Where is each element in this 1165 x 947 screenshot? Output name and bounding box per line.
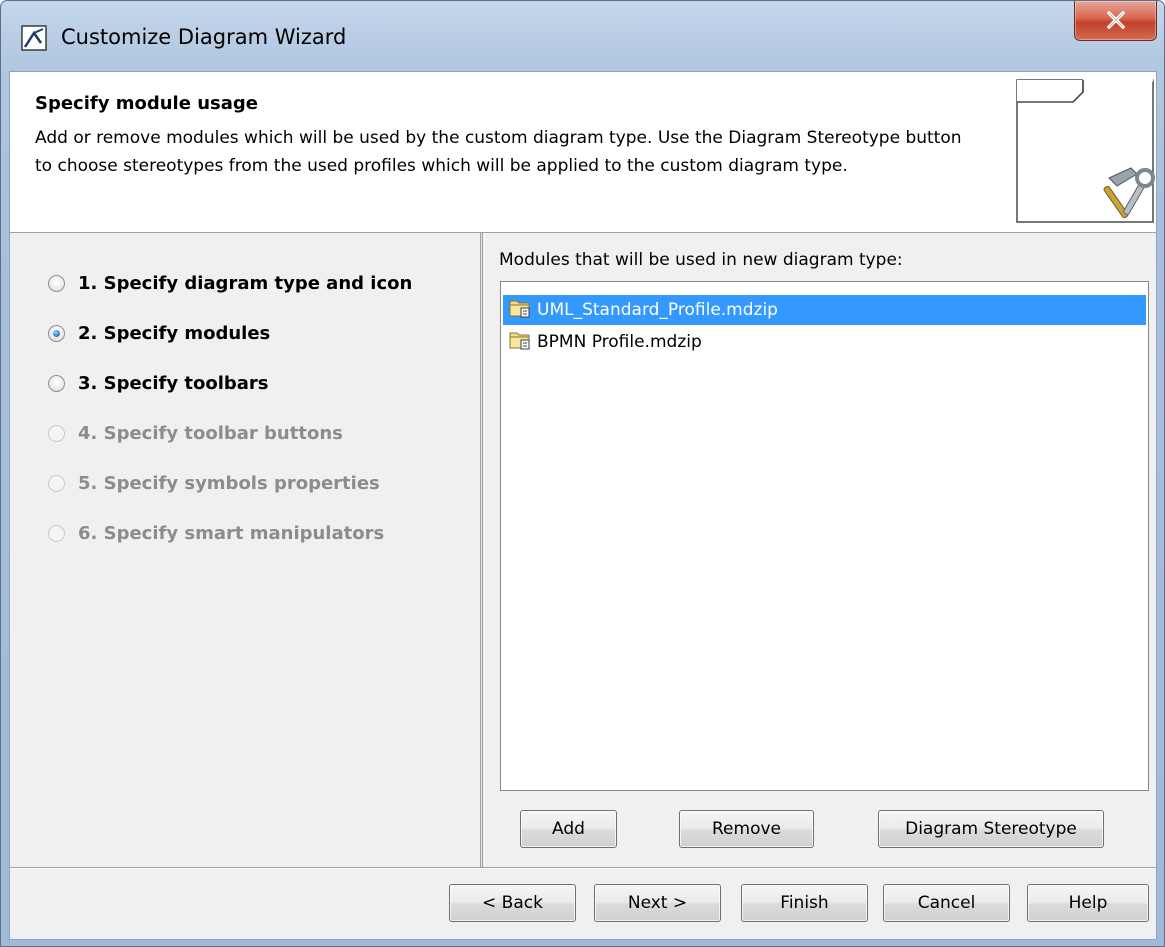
step-5-label: 5. Specify symbols properties xyxy=(78,472,380,494)
close-button[interactable] xyxy=(1074,1,1157,41)
header-title: Specify module usage xyxy=(35,93,258,114)
step-4-label: 4. Specify toolbar buttons xyxy=(78,422,343,444)
diagram-wizard-icon xyxy=(21,25,47,51)
modules-list[interactable]: UML_Standard_Profile.mdzip BPMN Profile.… xyxy=(500,281,1149,791)
step-5-radio xyxy=(48,474,65,492)
list-item[interactable]: UML_Standard_Profile.mdzip xyxy=(503,295,1146,325)
footer-divider xyxy=(10,867,1156,869)
wizard-client-area: Specify module usage Add or remove modul… xyxy=(9,71,1157,940)
step-3[interactable]: 3. Specify toolbars xyxy=(48,368,269,398)
step-3-radio[interactable] xyxy=(48,374,65,392)
help-button[interactable]: Help xyxy=(1027,884,1149,922)
modules-label: Modules that will be used in new diagram… xyxy=(499,250,903,270)
add-button[interactable]: Add xyxy=(520,810,617,848)
finish-button[interactable]: Finish xyxy=(741,884,868,922)
steps-panel: 1. Specify diagram type and icon 2. Spec… xyxy=(10,233,480,867)
step-1-label: 1. Specify diagram type and icon xyxy=(78,272,413,294)
header-description: Add or remove modules which will be used… xyxy=(35,128,962,176)
page-with-tools-icon xyxy=(1015,78,1157,232)
module-folder-icon xyxy=(509,330,531,355)
panel-splitter[interactable] xyxy=(480,233,485,867)
step-4-radio xyxy=(48,424,65,442)
step-1[interactable]: 1. Specify diagram type and icon xyxy=(48,268,412,298)
diagram-stereotype-button[interactable]: Diagram Stereotype xyxy=(878,810,1104,848)
list-item-label: BPMN Profile.mdzip xyxy=(537,332,702,352)
step-2-radio[interactable] xyxy=(48,324,65,342)
step-6: 6. Specify smart manipulators xyxy=(48,518,384,548)
wizard-header: Specify module usage Add or remove modul… xyxy=(10,72,1156,233)
close-icon xyxy=(1107,11,1125,29)
list-item[interactable]: BPMN Profile.mdzip xyxy=(503,327,1146,357)
next-button[interactable]: Next > xyxy=(594,884,721,922)
wizard-window: Customize Diagram Wizard Specify module … xyxy=(0,0,1165,947)
step-2-label: 2. Specify modules xyxy=(78,322,271,344)
step-6-radio xyxy=(48,524,65,542)
module-folder-icon xyxy=(509,298,531,323)
remove-button[interactable]: Remove xyxy=(679,810,814,848)
step-5: 5. Specify symbols properties xyxy=(48,468,380,498)
step-4: 4. Specify toolbar buttons xyxy=(48,418,343,448)
list-item-label: UML_Standard_Profile.mdzip xyxy=(537,300,778,320)
step-2[interactable]: 2. Specify modules xyxy=(48,318,270,348)
step-6-label: 6. Specify smart manipulators xyxy=(78,522,385,544)
step-1-radio[interactable] xyxy=(48,274,65,292)
title-bar[interactable]: Customize Diagram Wizard xyxy=(1,1,1164,71)
back-button[interactable]: < Back xyxy=(449,884,576,922)
window-title: Customize Diagram Wizard xyxy=(61,25,347,49)
cancel-button[interactable]: Cancel xyxy=(883,884,1010,922)
step-3-label: 3. Specify toolbars xyxy=(78,372,269,394)
